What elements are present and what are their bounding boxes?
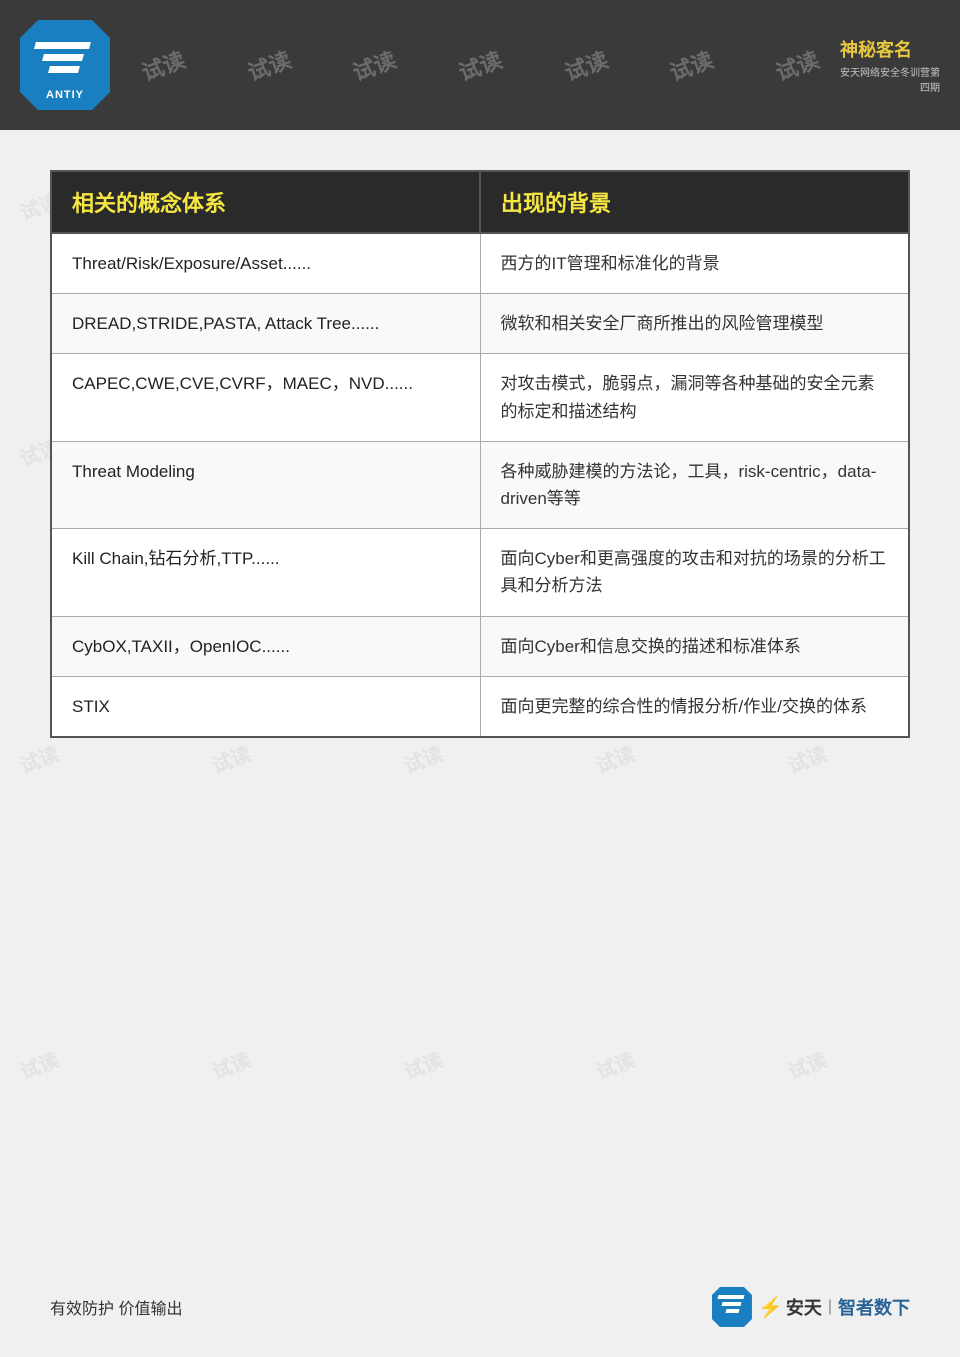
header-wm-2: 试读 [242,42,294,87]
row2-right: 微软和相关安全厂商所推出的风险管理模型 [480,294,909,354]
table-row: CybOX,TAXII，OpenIOC...... 面向Cyber和信息交换的描… [51,616,909,676]
logo-line-1 [34,42,91,49]
brand-text: 神秘客名 [840,36,940,62]
row7-right: 面向更完整的综合性的情报分析/作业/交换的体系 [480,676,909,737]
table-row: STIX 面向更完整的综合性的情报分析/作业/交换的体系 [51,676,909,737]
footer-logo-line-2 [721,1302,741,1306]
logo-line-3 [48,66,80,73]
lightning-icon: ⚡ [758,1295,783,1320]
table-row: Threat/Risk/Exposure/Asset...... 西方的IT管理… [51,233,909,294]
row2-left: DREAD,STRIDE,PASTA, Attack Tree...... [51,294,480,354]
logo: ANTIY [20,20,110,110]
header-watermarks: 试读 试读 试读 试读 试读 试读 试读 [0,0,960,130]
row5-right: 面向Cyber和更高强度的攻击和对抗的场景的分析工具和分析方法 [480,529,909,616]
body-wm-18: 试读 [399,1044,447,1085]
footer-divider: | [828,1298,832,1316]
body-wm-20: 试读 [783,1044,831,1085]
row5-left: Kill Chain,钻石分析,TTP...... [51,529,480,616]
header-wm-7: 试读 [771,42,823,87]
header-wm-1: 试读 [137,42,189,87]
col1-header: 相关的概念体系 [51,171,480,233]
row3-right: 对攻击模式，脆弱点，漏洞等各种基础的安全元素的标定和描述结构 [480,354,909,441]
row3-left: CAPEC,CWE,CVE,CVRF，MAEC，NVD...... [51,354,480,441]
header-right: 神秘客名 安天网络安全冬训营第四期 [840,35,940,95]
row1-right: 西方的IT管理和标准化的背景 [480,233,909,294]
row4-right: 各种威胁建模的方法论，工具，risk-centric，data-driven等等 [480,441,909,528]
row7-left: STIX [51,676,480,737]
header: ANTIY 试读 试读 试读 试读 试读 试读 试读 神秘客名 安天网络安全冬训… [0,0,960,130]
row6-right: 面向Cyber和信息交换的描述和标准体系 [480,616,909,676]
table-row: DREAD,STRIDE,PASTA, Attack Tree...... 微软… [51,294,909,354]
footer-logo-line-1 [717,1295,744,1299]
logo-line-2 [42,54,84,61]
table-row: CAPEC,CWE,CVE,CVRF，MAEC，NVD...... 对攻击模式，… [51,354,909,441]
footer-logo-inner [718,1295,746,1320]
row6-left: CybOX,TAXII，OpenIOC...... [51,616,480,676]
row4-left: Threat Modeling [51,441,480,528]
table-row: Threat Modeling 各种威胁建模的方法论，工具，risk-centr… [51,441,909,528]
logo-lines [35,30,95,85]
footer-brand-name: 安天 [786,1294,822,1320]
logo-text: ANTIY [46,89,84,101]
header-wm-5: 试读 [560,42,612,87]
table-header-row: 相关的概念体系 出现的背景 [51,171,909,233]
header-wm-6: 试读 [665,42,717,87]
col2-header: 出现的背景 [480,171,909,233]
row1-left: Threat/Risk/Exposure/Asset...... [51,233,480,294]
data-table: 相关的概念体系 出现的背景 Threat/Risk/Exposure/Asset… [50,170,910,738]
footer-brand-slogan: 智者数下 [838,1294,910,1320]
brand-subtitle: 安天网络安全冬训营第四期 [840,64,940,94]
footer-logo-icon [712,1287,752,1327]
footer: 有效防护 价值输出 ⚡ 安天 | 智者数下 [50,1287,910,1327]
footer-left-text: 有效防护 价值输出 [50,1295,182,1319]
header-wm-4: 试读 [454,42,506,87]
brand-logo-right: 神秘客名 安天网络安全冬训营第四期 [840,35,940,95]
body-wm-17: 试读 [207,1044,255,1085]
main-content: 相关的概念体系 出现的背景 Threat/Risk/Exposure/Asset… [0,130,960,758]
footer-right: ⚡ 安天 | 智者数下 [712,1287,910,1327]
body-wm-16: 试读 [15,1044,63,1085]
table-row: Kill Chain,钻石分析,TTP...... 面向Cyber和更高强度的攻… [51,529,909,616]
body-wm-19: 试读 [591,1044,639,1085]
footer-logo-line-3 [725,1309,739,1313]
header-wm-3: 试读 [348,42,400,87]
